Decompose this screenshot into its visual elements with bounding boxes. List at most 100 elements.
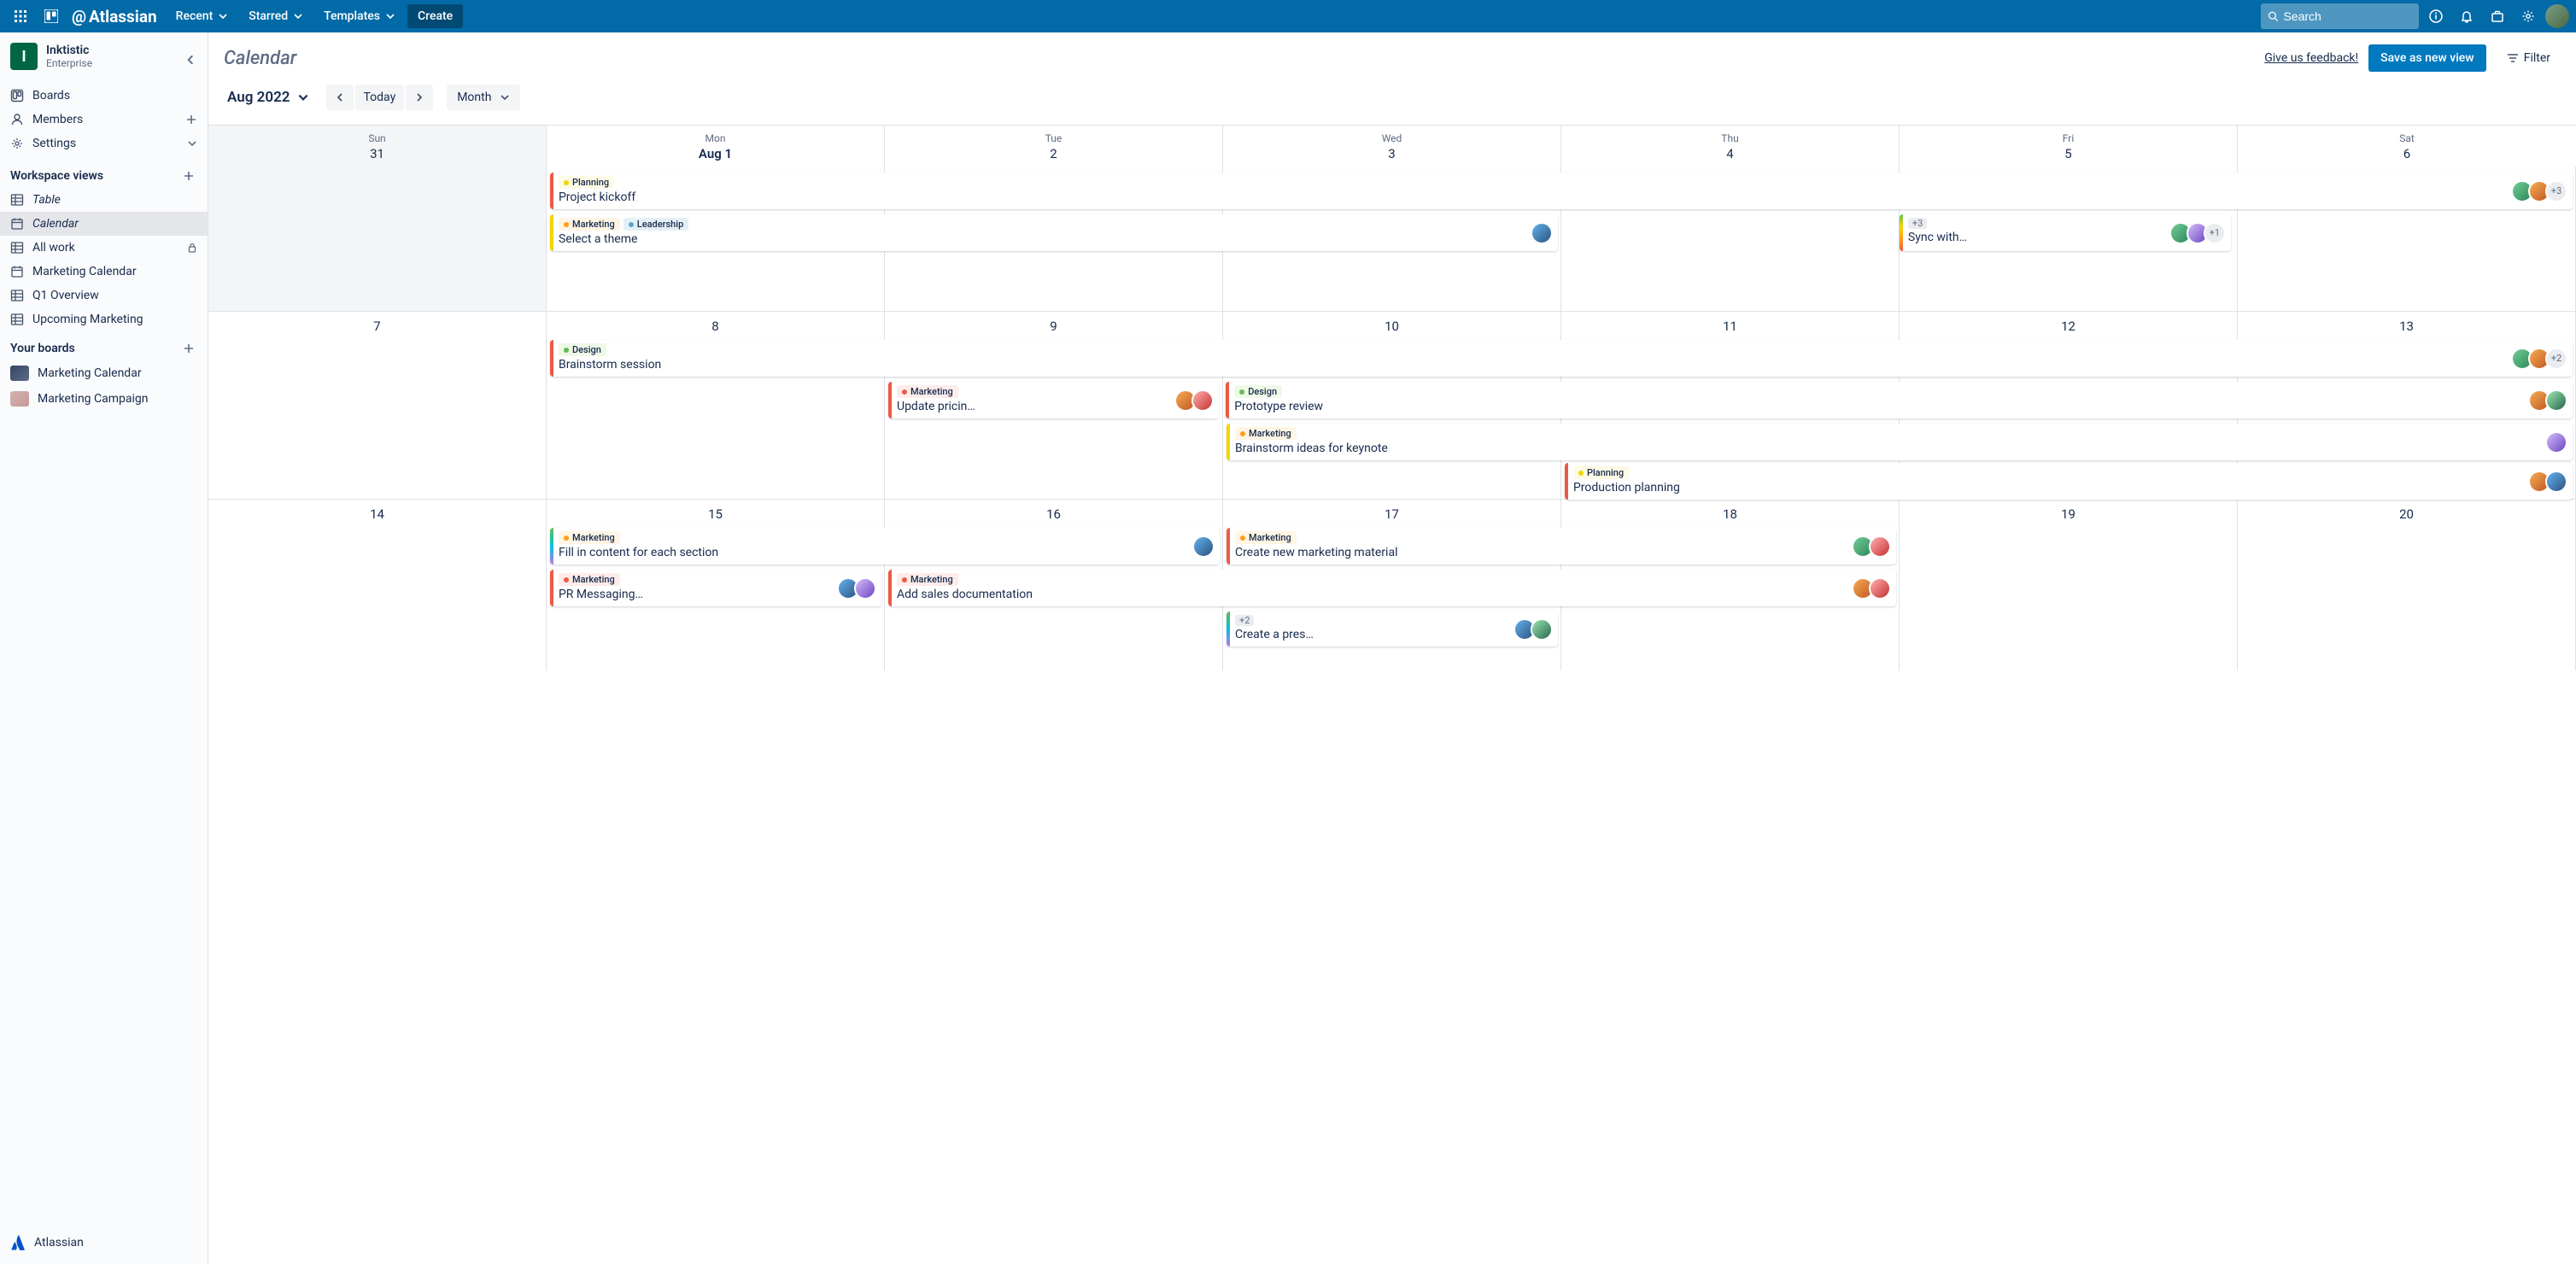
sidebar-item-q1-overview[interactable]: Q1 Overview bbox=[0, 284, 208, 307]
board-tile-icon bbox=[10, 391, 29, 407]
event-card[interactable]: Marketing Update pricin… bbox=[888, 382, 1219, 418]
brand-text: Atlassian bbox=[89, 7, 157, 26]
sidebar-footer[interactable]: Atlassian bbox=[0, 1220, 208, 1264]
info-icon bbox=[2429, 9, 2443, 23]
add-view-button[interactable] bbox=[180, 167, 197, 184]
calendar-header: Sun 31 Mon Aug 1 Tue 2 Wed 3 Thu 4 bbox=[208, 126, 2576, 167]
event-card[interactable]: Marketing Brainstorm ideas for keynote bbox=[1227, 424, 2573, 460]
view-mode-select[interactable]: Month bbox=[447, 85, 520, 110]
filter-button[interactable]: Filter bbox=[2497, 44, 2561, 72]
label-marketing: Marketing bbox=[1235, 531, 1297, 544]
event-card[interactable]: Planning Production planning bbox=[1565, 463, 2573, 500]
event-card[interactable]: Marketing PR Messaging… bbox=[550, 570, 881, 606]
prev-button[interactable] bbox=[326, 85, 354, 110]
event-card[interactable]: +2 Create a pres… bbox=[1227, 612, 1558, 647]
avatar bbox=[2545, 431, 2567, 454]
board-icon bbox=[10, 89, 24, 102]
label-marketing: Marketing bbox=[1235, 427, 1297, 440]
add-board-button[interactable] bbox=[180, 340, 197, 357]
top-nav: @Atlassian Recent Starred Templates Crea… bbox=[0, 0, 2576, 32]
sidebar-item-upcoming-marketing[interactable]: Upcoming Marketing bbox=[0, 307, 208, 331]
save-view-button[interactable]: Save as new view bbox=[2368, 44, 2486, 72]
chevron-down-icon bbox=[293, 11, 303, 21]
sidebar-item-marketing-calendar-view[interactable]: Marketing Calendar bbox=[0, 260, 208, 284]
sidebar-item-all-work[interactable]: All work bbox=[0, 236, 208, 260]
create-button[interactable]: Create bbox=[407, 4, 463, 28]
sidebar-item-members[interactable]: Members bbox=[0, 108, 208, 132]
bell-icon bbox=[2460, 9, 2474, 23]
event-card[interactable]: +3 Sync with… +1 bbox=[1900, 214, 2231, 251]
label-marketing: Marketing bbox=[559, 531, 620, 544]
event-card[interactable]: Marketing Fill in content for each secti… bbox=[550, 528, 1220, 565]
sidebar-board-marketing-calendar[interactable]: Marketing Calendar bbox=[0, 360, 208, 386]
gear-icon bbox=[2521, 9, 2535, 23]
chevron-right-icon bbox=[414, 92, 424, 102]
your-boards-heading: Your boards bbox=[0, 331, 208, 360]
more-members: +2 bbox=[2545, 348, 2567, 370]
gear-icon bbox=[10, 137, 24, 150]
briefcase-button[interactable] bbox=[2484, 3, 2511, 30]
main: Calendar Give us feedback! Save as new v… bbox=[208, 32, 2576, 1264]
trello-icon bbox=[44, 9, 58, 23]
brand-prefix: @ bbox=[72, 7, 86, 26]
avatar bbox=[854, 577, 876, 600]
chevron-down-icon bbox=[297, 91, 309, 103]
workspace-plan: Enterprise bbox=[46, 57, 92, 69]
event-card[interactable]: Planning Project kickoff +3 bbox=[550, 173, 2573, 209]
event-card[interactable]: Design Brainstorm session +2 bbox=[550, 340, 2573, 377]
more-members: +3 bbox=[2545, 180, 2567, 202]
nav-recent[interactable]: Recent bbox=[167, 4, 237, 28]
search-box[interactable] bbox=[2261, 3, 2419, 29]
table-icon bbox=[10, 289, 24, 302]
table-icon bbox=[10, 193, 24, 207]
search-input[interactable] bbox=[2283, 9, 2412, 23]
sidebar-item-table[interactable]: Table bbox=[0, 188, 208, 212]
today-button[interactable]: Today bbox=[355, 85, 405, 110]
month-picker[interactable]: Aug 2022 bbox=[224, 84, 313, 111]
sidebar-item-settings[interactable]: Settings bbox=[0, 132, 208, 155]
label-design: Design bbox=[1234, 385, 1282, 398]
notifications-button[interactable] bbox=[2453, 3, 2480, 30]
nav-starred[interactable]: Starred bbox=[240, 4, 312, 28]
avatar bbox=[2545, 471, 2567, 493]
sidebar-item-calendar[interactable]: Calendar bbox=[0, 212, 208, 236]
workspace-name: Inktistic bbox=[46, 44, 92, 57]
label-planning: Planning bbox=[1573, 466, 1629, 479]
day-header-sun: Sun 31 bbox=[208, 126, 547, 167]
trello-icon-button[interactable] bbox=[38, 3, 65, 30]
chevron-down-icon bbox=[500, 92, 510, 102]
avatar bbox=[1191, 389, 1214, 412]
calendar: Sun 31 Mon Aug 1 Tue 2 Wed 3 Thu 4 bbox=[208, 125, 2576, 1264]
day-header-fri: Fri 5 bbox=[1900, 126, 2238, 167]
feedback-link[interactable]: Give us feedback! bbox=[2264, 51, 2358, 65]
brand[interactable]: @Atlassian bbox=[72, 7, 157, 26]
apps-icon-button[interactable] bbox=[7, 3, 34, 30]
workspace-logo: I bbox=[10, 43, 38, 70]
event-card[interactable]: Marketing Add sales documentation bbox=[888, 570, 1896, 606]
calendar-toolbar: Aug 2022 Today Month bbox=[208, 84, 2576, 125]
day-header-thu: Thu 4 bbox=[1561, 126, 1900, 167]
add-member-button[interactable] bbox=[185, 114, 197, 126]
calendar-week: 14 15 16 17 18 19 20 Marketing bbox=[208, 500, 2576, 670]
label-design: Design bbox=[559, 343, 606, 356]
apps-icon bbox=[14, 9, 27, 23]
next-button[interactable] bbox=[406, 85, 433, 110]
collapse-sidebar-button[interactable] bbox=[180, 50, 201, 70]
day-header-mon: Mon Aug 1 bbox=[547, 126, 885, 167]
sidebar-item-boards[interactable]: Boards bbox=[0, 84, 208, 108]
event-card[interactable]: Marketing Create new marketing material bbox=[1227, 528, 1896, 565]
info-button[interactable] bbox=[2422, 3, 2450, 30]
nav-templates[interactable]: Templates bbox=[315, 4, 404, 28]
event-card[interactable]: Design Prototype review bbox=[1226, 382, 2573, 418]
calendar-icon bbox=[10, 265, 24, 278]
label-marketing: Marketing bbox=[559, 573, 620, 586]
sidebar-board-marketing-campaign[interactable]: Marketing Campaign bbox=[0, 386, 208, 412]
user-avatar[interactable] bbox=[2545, 4, 2569, 28]
event-card[interactable]: Marketing Leadership Select a theme bbox=[550, 214, 1558, 251]
chevron-down-icon bbox=[187, 138, 197, 149]
label-marketing: Marketing bbox=[559, 218, 620, 231]
label-planning: Planning bbox=[559, 176, 614, 189]
settings-button[interactable] bbox=[2515, 3, 2542, 30]
atlassian-icon bbox=[10, 1235, 26, 1250]
label-marketing: Marketing bbox=[897, 573, 958, 586]
